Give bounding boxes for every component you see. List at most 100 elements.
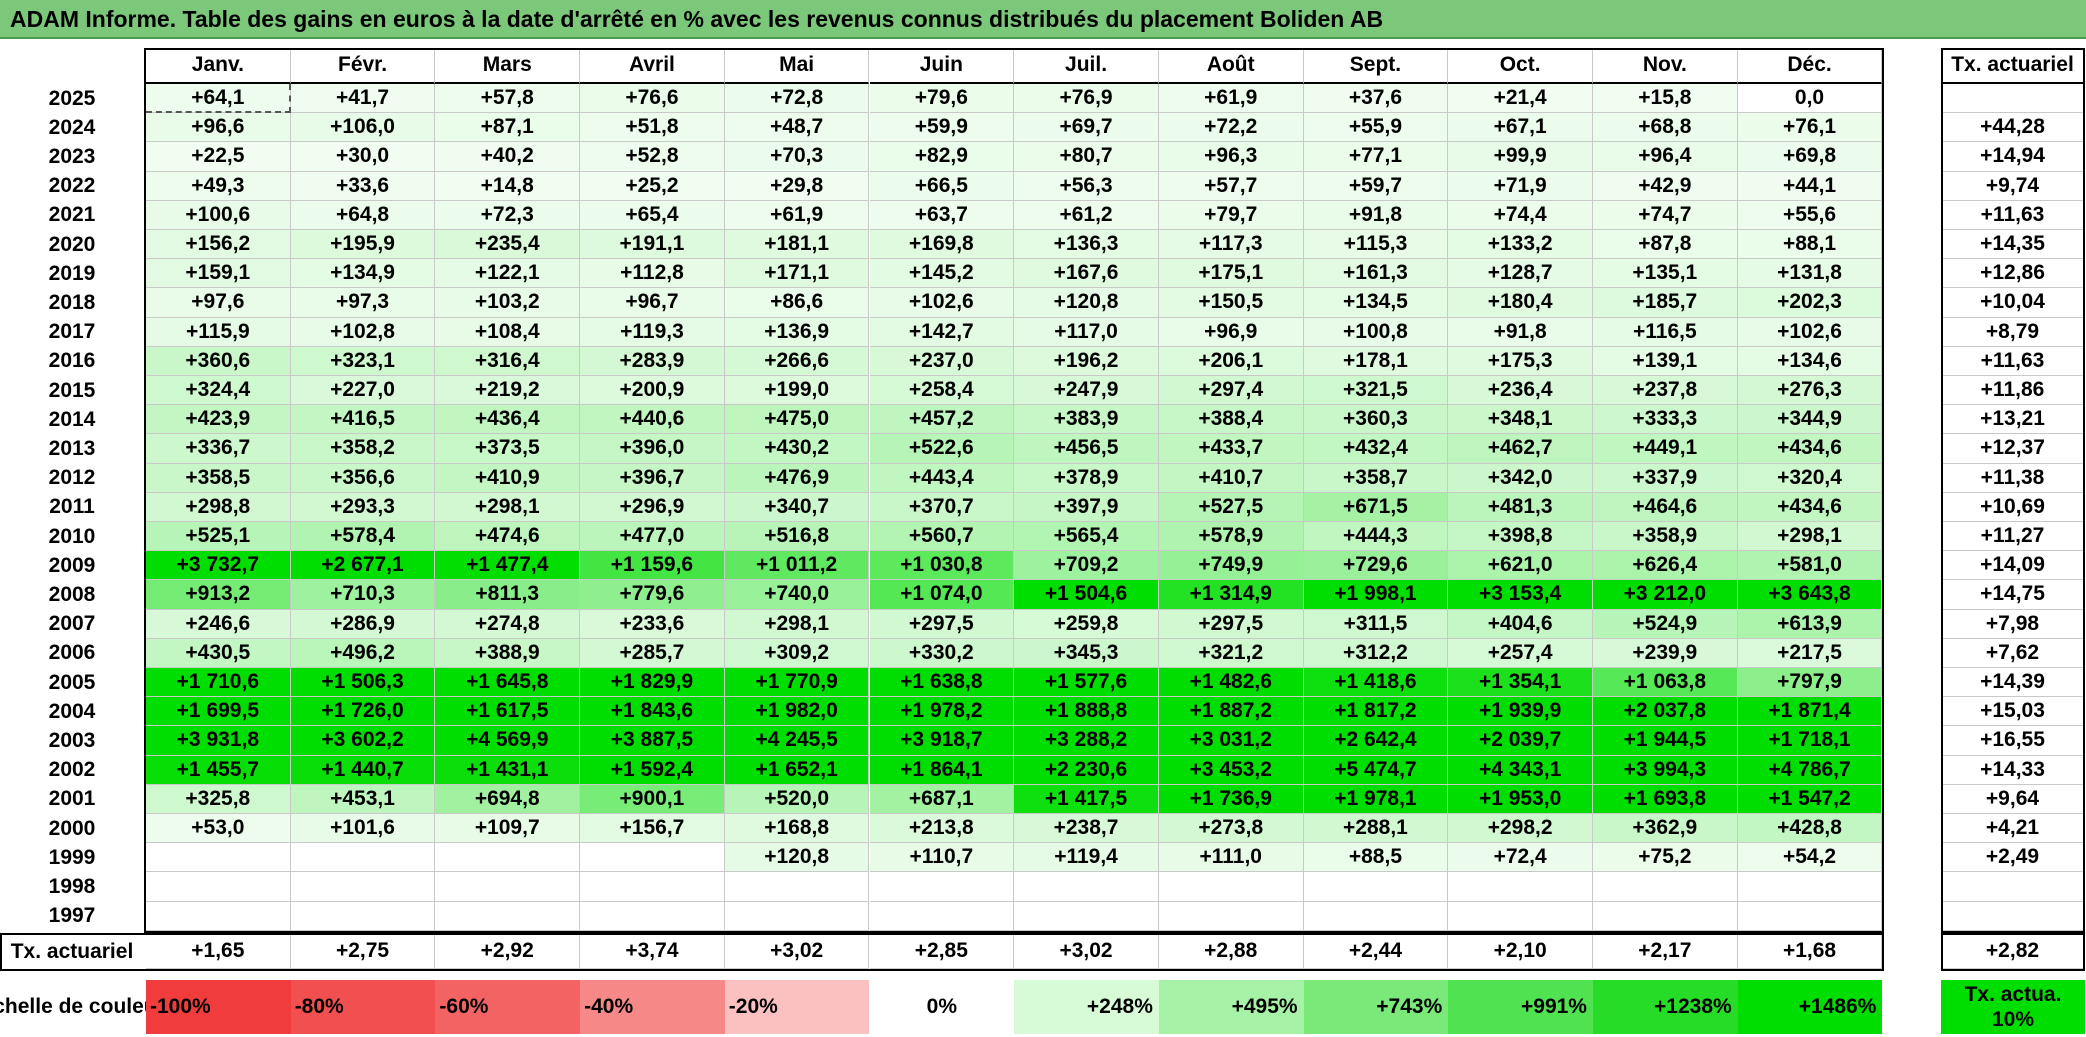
value-cell[interactable]: +1 063,8 bbox=[1593, 668, 1738, 698]
value-cell[interactable]: +297,5 bbox=[1158, 609, 1304, 639]
value-cell[interactable]: +112,8 bbox=[580, 259, 725, 289]
value-cell[interactable]: +72,2 bbox=[1158, 113, 1304, 143]
value-cell[interactable]: +320,4 bbox=[1737, 463, 1883, 493]
value-cell[interactable]: +120,8 bbox=[1014, 288, 1159, 318]
value-cell[interactable]: +86,6 bbox=[724, 288, 870, 318]
value-cell[interactable]: +477,0 bbox=[580, 522, 725, 552]
value-cell[interactable]: +133,2 bbox=[1448, 230, 1593, 260]
value-cell[interactable]: +100,8 bbox=[1303, 317, 1449, 347]
value-cell[interactable]: +57,8 bbox=[435, 84, 581, 114]
value-cell[interactable]: +578,9 bbox=[1158, 522, 1304, 552]
value-cell[interactable]: +475,0 bbox=[724, 405, 870, 435]
value-cell[interactable]: +196,2 bbox=[1014, 346, 1159, 376]
value-cell[interactable]: +1 864,1 bbox=[869, 755, 1015, 785]
value-cell[interactable]: +156,7 bbox=[580, 814, 725, 844]
value-cell[interactable]: +1 477,4 bbox=[435, 551, 581, 581]
value-cell[interactable]: +2 677,1 bbox=[290, 551, 436, 581]
value-cell[interactable]: +1 829,9 bbox=[580, 668, 725, 698]
value-cell[interactable]: +258,4 bbox=[869, 376, 1015, 406]
value-cell[interactable]: +51,8 bbox=[580, 113, 725, 143]
value-cell[interactable]: +199,0 bbox=[724, 376, 870, 406]
value-cell[interactable]: +257,4 bbox=[1448, 638, 1593, 668]
value-cell[interactable]: +1 699,5 bbox=[146, 697, 291, 727]
value-cell[interactable]: +428,8 bbox=[1737, 814, 1883, 844]
value-cell[interactable]: +297,5 bbox=[869, 609, 1015, 639]
value-cell[interactable]: +324,4 bbox=[146, 376, 291, 406]
value-cell[interactable]: +388,4 bbox=[1158, 405, 1304, 435]
value-cell[interactable]: +740,0 bbox=[724, 580, 870, 610]
value-cell[interactable]: +524,9 bbox=[1593, 609, 1738, 639]
value-cell[interactable]: +298,2 bbox=[1448, 814, 1593, 844]
value-cell[interactable]: +247,9 bbox=[1014, 376, 1159, 406]
value-cell[interactable]: +111,0 bbox=[1158, 843, 1304, 873]
value-cell[interactable] bbox=[1737, 901, 1883, 931]
value-cell[interactable]: +430,5 bbox=[146, 638, 291, 668]
value-cell[interactable]: +443,4 bbox=[869, 463, 1015, 493]
value-cell[interactable]: +102,6 bbox=[1737, 317, 1883, 347]
value-cell[interactable]: +59,7 bbox=[1303, 171, 1449, 201]
value-cell[interactable]: +397,9 bbox=[1014, 492, 1159, 522]
value-cell[interactable]: +102,8 bbox=[290, 317, 436, 347]
value-cell[interactable]: +115,3 bbox=[1303, 230, 1449, 260]
value-cell[interactable]: +3 602,2 bbox=[290, 726, 436, 756]
value-cell[interactable]: +91,8 bbox=[1303, 200, 1449, 230]
value-cell[interactable]: +181,1 bbox=[724, 230, 870, 260]
value-cell[interactable]: +1 843,6 bbox=[580, 697, 725, 727]
value-cell[interactable]: +525,1 bbox=[146, 522, 291, 552]
value-cell[interactable]: +33,6 bbox=[290, 171, 436, 201]
value-cell[interactable] bbox=[1448, 901, 1593, 931]
value-cell[interactable]: +398,8 bbox=[1448, 522, 1593, 552]
value-cell[interactable]: +1 710,6 bbox=[146, 668, 291, 698]
value-cell[interactable]: +185,7 bbox=[1593, 288, 1738, 318]
value-cell[interactable]: +340,7 bbox=[724, 492, 870, 522]
value-cell[interactable]: +1 817,2 bbox=[1303, 697, 1449, 727]
value-cell[interactable]: +72,8 bbox=[724, 84, 870, 114]
value-cell[interactable]: +1 978,2 bbox=[869, 697, 1015, 727]
value-cell[interactable]: +59,9 bbox=[869, 113, 1015, 143]
value-cell[interactable]: +30,0 bbox=[290, 142, 436, 172]
value-cell[interactable]: +156,2 bbox=[146, 230, 291, 260]
value-cell[interactable]: +102,6 bbox=[869, 288, 1015, 318]
value-cell[interactable]: +55,6 bbox=[1737, 200, 1883, 230]
value-cell[interactable]: +213,8 bbox=[869, 814, 1015, 844]
value-cell[interactable]: +2 642,4 bbox=[1303, 726, 1449, 756]
value-cell[interactable]: +91,8 bbox=[1448, 317, 1593, 347]
value-cell[interactable]: +195,9 bbox=[290, 230, 436, 260]
value-cell[interactable]: +360,3 bbox=[1303, 405, 1449, 435]
value-cell[interactable]: +88,5 bbox=[1303, 843, 1449, 873]
value-cell[interactable]: +621,0 bbox=[1448, 551, 1593, 581]
value-cell[interactable]: +108,4 bbox=[435, 317, 581, 347]
value-cell[interactable]: +1 011,2 bbox=[724, 551, 870, 581]
value-cell[interactable]: +134,5 bbox=[1303, 288, 1449, 318]
value-cell[interactable]: +671,5 bbox=[1303, 492, 1449, 522]
value-cell[interactable] bbox=[290, 843, 436, 873]
value-cell[interactable]: +3 212,0 bbox=[1593, 580, 1738, 610]
value-cell[interactable]: +168,8 bbox=[724, 814, 870, 844]
value-cell[interactable]: +1 506,3 bbox=[290, 668, 436, 698]
value-cell[interactable]: +388,9 bbox=[435, 638, 581, 668]
value-cell[interactable]: +29,8 bbox=[724, 171, 870, 201]
value-cell[interactable]: +1 887,2 bbox=[1158, 697, 1304, 727]
value-cell[interactable] bbox=[1303, 901, 1449, 931]
value-cell[interactable]: +481,3 bbox=[1448, 492, 1593, 522]
value-cell[interactable]: +1 354,1 bbox=[1448, 668, 1593, 698]
value-cell[interactable]: +191,1 bbox=[580, 230, 725, 260]
value-cell[interactable]: +103,2 bbox=[435, 288, 581, 318]
value-cell[interactable]: +120,8 bbox=[724, 843, 870, 873]
value-cell[interactable]: +61,2 bbox=[1014, 200, 1159, 230]
value-cell[interactable]: +69,8 bbox=[1737, 142, 1883, 172]
value-cell[interactable]: +145,2 bbox=[869, 259, 1015, 289]
value-cell[interactable]: +373,5 bbox=[435, 434, 581, 464]
value-cell[interactable]: +131,8 bbox=[1737, 259, 1883, 289]
value-cell[interactable]: +348,1 bbox=[1448, 405, 1593, 435]
value-cell[interactable]: +330,2 bbox=[869, 638, 1015, 668]
value-cell[interactable]: +61,9 bbox=[1158, 84, 1304, 114]
value-cell[interactable]: +236,4 bbox=[1448, 376, 1593, 406]
value-cell[interactable]: +410,7 bbox=[1158, 463, 1304, 493]
value-cell[interactable]: +175,3 bbox=[1448, 346, 1593, 376]
value-cell[interactable]: +296,9 bbox=[580, 492, 725, 522]
value-cell[interactable]: +87,8 bbox=[1593, 230, 1738, 260]
value-cell[interactable]: +1 726,0 bbox=[290, 697, 436, 727]
value-cell[interactable]: +1 693,8 bbox=[1593, 784, 1738, 814]
value-cell[interactable]: +238,7 bbox=[1014, 814, 1159, 844]
